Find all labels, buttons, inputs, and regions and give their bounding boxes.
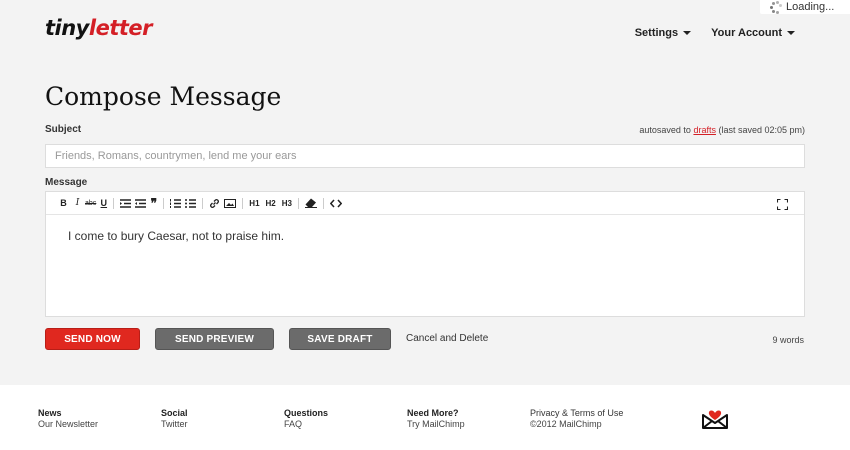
- subject-input[interactable]: [45, 144, 805, 168]
- footer-column-questions: Questions FAQ: [284, 408, 328, 430]
- heading2-button[interactable]: H2: [264, 195, 278, 211]
- footer-link-twitter[interactable]: Twitter: [161, 419, 188, 430]
- footer-heading: Questions: [284, 408, 329, 418]
- toolbar-divider: [298, 197, 299, 209]
- toolbar-divider: [323, 197, 324, 209]
- drafts-link[interactable]: drafts: [693, 125, 716, 135]
- settings-menu[interactable]: Settings: [634, 27, 692, 39]
- autosave-status: autosaved to drafts (last saved 02:05 pm…: [639, 125, 805, 135]
- autosave-prefix: autosaved to: [639, 125, 694, 135]
- word-count: 9 words: [772, 335, 804, 345]
- editor-toolbar: B I abc U ❞ H1 H2 H3: [46, 192, 804, 215]
- send-now-button[interactable]: SEND NOW: [45, 328, 140, 350]
- footer-link-privacy[interactable]: Privacy & Terms of Use: [530, 408, 623, 419]
- blockquote-button[interactable]: ❞: [148, 195, 159, 211]
- footer-heading: Need More?: [407, 408, 459, 418]
- eraser-icon: [305, 198, 317, 208]
- subject-label: Subject: [45, 124, 82, 135]
- footer-heading: Social: [161, 408, 188, 418]
- code-icon: [330, 198, 342, 208]
- ordered-list-button[interactable]: [168, 195, 183, 211]
- footer-link-mailchimp[interactable]: Try MailChimp: [407, 419, 465, 430]
- tinyletter-logo[interactable]: tinyletter: [45, 16, 153, 40]
- footer-link-newsletter[interactable]: Our Newsletter: [38, 419, 98, 430]
- link-button[interactable]: [207, 195, 222, 211]
- message-editor: B I abc U ❞ H1 H2 H3 I come to bury Caes…: [45, 191, 805, 317]
- heading3-button[interactable]: H3: [280, 195, 294, 211]
- top-nav: Settings Your Account: [635, 27, 795, 39]
- message-label: Message: [45, 177, 88, 188]
- link-icon: [210, 198, 220, 208]
- account-menu[interactable]: Your Account: [711, 27, 795, 39]
- code-view-button[interactable]: [328, 195, 344, 211]
- toolbar-divider: [113, 197, 115, 209]
- loading-indicator: Loading...: [760, 0, 850, 14]
- italic-button[interactable]: I: [72, 195, 83, 211]
- send-preview-button[interactable]: SEND PREVIEW: [155, 328, 274, 350]
- indent-icon: [120, 198, 132, 208]
- chevron-down-icon: [683, 31, 692, 35]
- footer-heading: News: [38, 408, 62, 418]
- settings-label: Settings: [634, 27, 679, 39]
- logo-suffix: letter: [88, 16, 153, 40]
- footer: News Our Newsletter Social Twitter Quest…: [0, 385, 850, 450]
- account-label: Your Account: [711, 27, 782, 39]
- footer-link-faq[interactable]: FAQ: [284, 419, 328, 430]
- indent-button[interactable]: [118, 195, 133, 211]
- underline-button[interactable]: U: [98, 195, 109, 211]
- footer-column-news: News Our Newsletter: [38, 408, 98, 430]
- save-draft-button[interactable]: SAVE DRAFT: [289, 328, 391, 350]
- bold-button[interactable]: B: [58, 195, 69, 211]
- footer-copyright: ©2012 MailChimp: [530, 419, 602, 429]
- fullscreen-icon: [777, 198, 788, 210]
- envelope-heart-icon: [700, 404, 730, 435]
- quote-icon: ❞: [150, 196, 158, 210]
- outdent-icon: [135, 198, 147, 208]
- footer-column-social: Social Twitter: [161, 408, 188, 430]
- ordered-list-icon: [170, 198, 182, 208]
- autosave-time: (last saved 02:05 pm): [715, 125, 805, 135]
- spinner-icon: [770, 1, 782, 14]
- unordered-list-button[interactable]: [183, 195, 198, 211]
- footer-column-need-more: Need More? Try MailChimp: [407, 408, 465, 430]
- clear-format-button[interactable]: [303, 195, 319, 211]
- image-icon: [224, 198, 237, 208]
- page-title: Compose Message: [45, 82, 282, 111]
- toolbar-divider: [163, 197, 165, 209]
- logo-prefix: tiny: [45, 16, 89, 40]
- fullscreen-button[interactable]: [775, 196, 790, 212]
- outdent-button[interactable]: [133, 195, 148, 211]
- strikethrough-button[interactable]: abc: [83, 195, 98, 211]
- loading-text: Loading...: [786, 1, 835, 13]
- toolbar-divider: [242, 197, 244, 209]
- cancel-delete-link[interactable]: Cancel and Delete: [406, 333, 488, 344]
- footer-column-legal: Privacy & Terms of Use ©2012 MailChimp: [530, 408, 623, 430]
- message-body[interactable]: I come to bury Caesar, not to praise him…: [46, 215, 804, 257]
- unordered-list-icon: [185, 198, 197, 208]
- chevron-down-icon: [787, 31, 795, 35]
- toolbar-divider: [202, 197, 204, 209]
- heading1-button[interactable]: H1: [247, 195, 261, 211]
- image-button[interactable]: [222, 195, 238, 211]
